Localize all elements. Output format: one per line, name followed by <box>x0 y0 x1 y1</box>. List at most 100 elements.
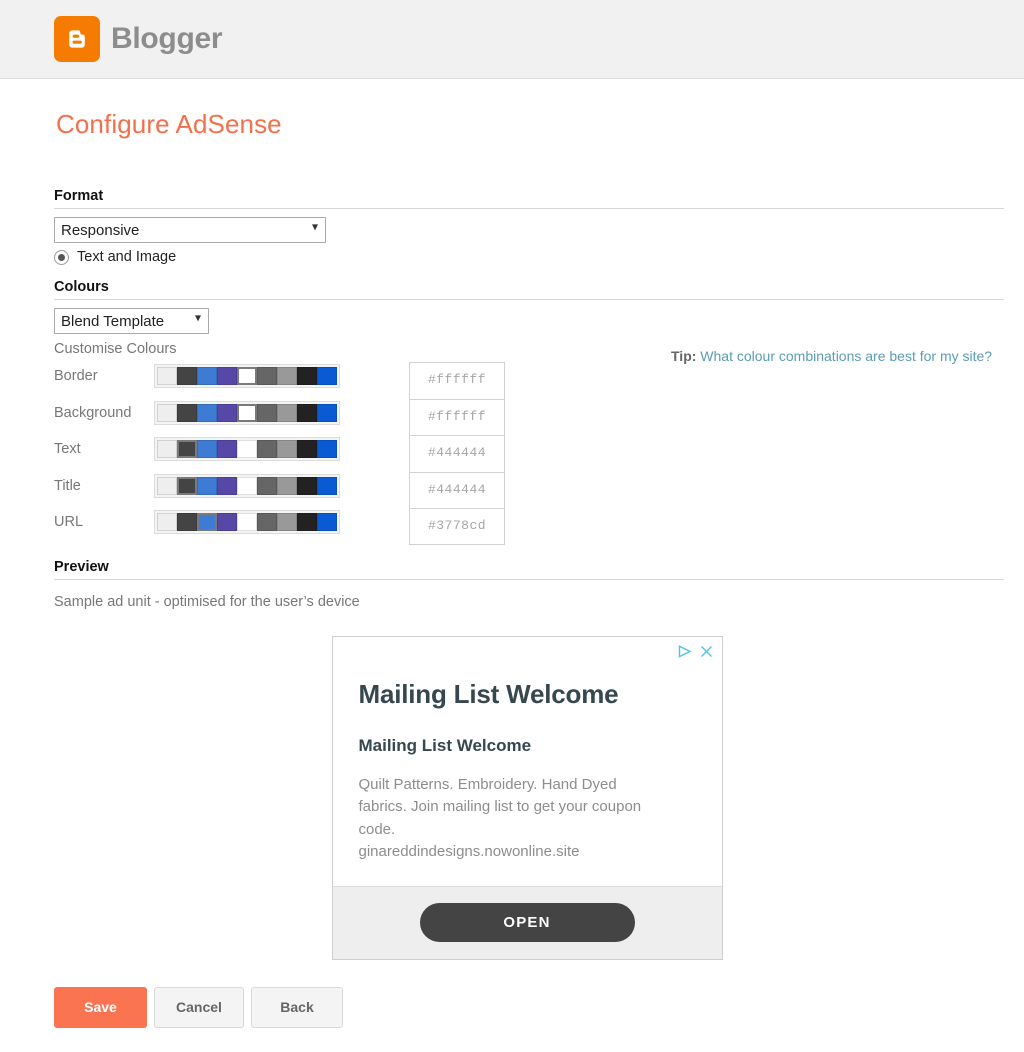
colour-swatch[interactable] <box>157 476 177 495</box>
colours-section-heading: Colours <box>54 279 1004 300</box>
ad-display-url: ginareddindesigns.nowonline.site <box>358 843 580 860</box>
colour-row: Background <box>54 395 1000 432</box>
colour-row-label: Title <box>54 477 81 494</box>
colour-row-label: Border <box>54 368 98 385</box>
colour-swatch[interactable] <box>317 476 337 495</box>
colour-swatch[interactable] <box>257 513 277 532</box>
back-button[interactable]: Back <box>251 986 343 1028</box>
swatch-palette <box>154 473 340 498</box>
colour-swatch[interactable] <box>257 440 277 459</box>
colour-row: Text <box>54 431 1000 468</box>
colour-row-label: Background <box>54 404 132 421</box>
colour-swatch[interactable] <box>277 403 297 422</box>
colour-row-label: Text <box>54 441 81 458</box>
colour-swatch[interactable] <box>297 476 317 495</box>
ad-description: Quilt Patterns. Embroidery. Hand Dyed fa… <box>358 775 642 838</box>
colour-swatch[interactable] <box>217 403 237 422</box>
hex-value-input[interactable]: #3778cd <box>409 508 505 545</box>
colour-swatch[interactable] <box>217 440 237 459</box>
swatch-palette <box>154 364 340 389</box>
ad-open-button[interactable]: OPEN <box>419 902 635 942</box>
colour-swatch[interactable] <box>197 403 217 422</box>
blogger-brand[interactable]: Blogger <box>54 16 223 62</box>
text-and-image-radio-row[interactable]: Text and Image <box>54 249 1000 265</box>
hex-value-input[interactable]: #444444 <box>409 435 505 472</box>
colour-swatch[interactable] <box>297 367 317 386</box>
page-title: Configure AdSense <box>56 109 282 139</box>
colour-swatch[interactable] <box>177 476 197 495</box>
ad-badges[interactable] <box>678 644 713 658</box>
save-button[interactable]: Save <box>54 986 147 1028</box>
palette-select-wrapper[interactable]: Blend Template ▾ <box>54 300 209 334</box>
colour-swatch[interactable] <box>177 513 197 532</box>
colour-row: Title <box>54 468 1000 505</box>
format-select[interactable]: Responsive <box>54 217 326 243</box>
colour-swatch[interactable] <box>277 513 297 532</box>
colour-swatch[interactable] <box>297 403 317 422</box>
adchoices-triangle-icon[interactable] <box>678 644 693 658</box>
colour-swatch[interactable] <box>237 403 257 422</box>
colour-swatch[interactable] <box>157 440 177 459</box>
hex-value-input[interactable]: #ffffff <box>409 362 505 399</box>
colour-row: URL <box>54 504 1000 541</box>
colour-swatch[interactable] <box>317 440 337 459</box>
colour-swatch[interactable] <box>257 476 277 495</box>
colour-swatch[interactable] <box>297 440 317 459</box>
colour-swatch[interactable] <box>317 513 337 532</box>
blogger-logo-icon <box>54 16 100 62</box>
close-icon[interactable] <box>700 645 713 658</box>
colour-swatch[interactable] <box>177 367 197 386</box>
colour-swatch[interactable] <box>197 476 217 495</box>
colour-swatch[interactable] <box>177 440 197 459</box>
ad-subheadline: Mailing List Welcome <box>358 735 532 755</box>
colour-swatch[interactable] <box>237 367 257 386</box>
colour-swatch[interactable] <box>217 513 237 532</box>
ad-headline: Mailing List Welcome <box>358 678 619 709</box>
tip-label: Tip: <box>671 348 697 364</box>
action-buttons: Save Cancel Back <box>54 986 1000 1052</box>
colour-swatch[interactable] <box>217 367 237 386</box>
colour-swatch[interactable] <box>277 367 297 386</box>
colour-swatch[interactable] <box>197 440 217 459</box>
colour-swatch[interactable] <box>177 403 197 422</box>
cancel-button[interactable]: Cancel <box>154 986 244 1028</box>
preview-section-heading: Preview <box>54 559 1004 580</box>
palette-select[interactable]: Blend Template <box>54 308 209 334</box>
text-and-image-label: Text and Image <box>77 249 177 265</box>
ad-footer: OPEN <box>332 885 722 959</box>
colour-swatch[interactable] <box>297 513 317 532</box>
tip-link[interactable]: What colour combinations are best for my… <box>700 348 992 364</box>
app-header: Blogger <box>0 0 1024 79</box>
colour-swatch[interactable] <box>217 476 237 495</box>
ad-preview-unit: Mailing List Welcome Mailing List Welcom… <box>331 635 723 960</box>
colour-rows: Border Background Text Title URL #ffffff #fff… <box>54 348 1000 545</box>
colour-row-label: URL <box>54 514 84 531</box>
colour-swatch[interactable] <box>257 367 277 386</box>
preview-caption: Sample ad unit - optimised for the user’… <box>54 593 360 610</box>
ad-body-area: Mailing List Welcome Mailing List Welcom… <box>333 637 722 864</box>
colour-swatch[interactable] <box>237 476 257 495</box>
format-select-wrapper[interactable]: Responsive ▾ <box>54 209 326 243</box>
colour-swatch[interactable] <box>197 513 217 532</box>
brand-name: Blogger <box>111 22 223 55</box>
hex-value-input[interactable]: #444444 <box>409 471 505 508</box>
swatch-palette <box>154 437 340 462</box>
colour-swatch[interactable] <box>157 513 177 532</box>
colour-swatch[interactable] <box>237 513 257 532</box>
format-section-heading: Format <box>54 188 1004 209</box>
colour-swatch[interactable] <box>257 403 277 422</box>
colour-swatch[interactable] <box>197 367 217 386</box>
colour-swatch[interactable] <box>157 367 177 386</box>
swatch-palette <box>154 510 340 535</box>
hex-inputs: #ffffff #ffffff #444444 #444444 #3778cd <box>409 362 505 545</box>
colour-swatch[interactable] <box>317 403 337 422</box>
colour-swatch[interactable] <box>317 367 337 386</box>
swatch-palette <box>154 400 340 425</box>
colour-swatch[interactable] <box>277 476 297 495</box>
radio-button-icon[interactable] <box>54 249 69 265</box>
colour-swatch[interactable] <box>157 403 177 422</box>
page-content: Configure AdSense Format Responsive ▾ Te… <box>0 109 1024 1052</box>
colour-swatch[interactable] <box>237 440 257 459</box>
hex-value-input[interactable]: #ffffff <box>409 398 505 435</box>
colour-swatch[interactable] <box>277 440 297 459</box>
